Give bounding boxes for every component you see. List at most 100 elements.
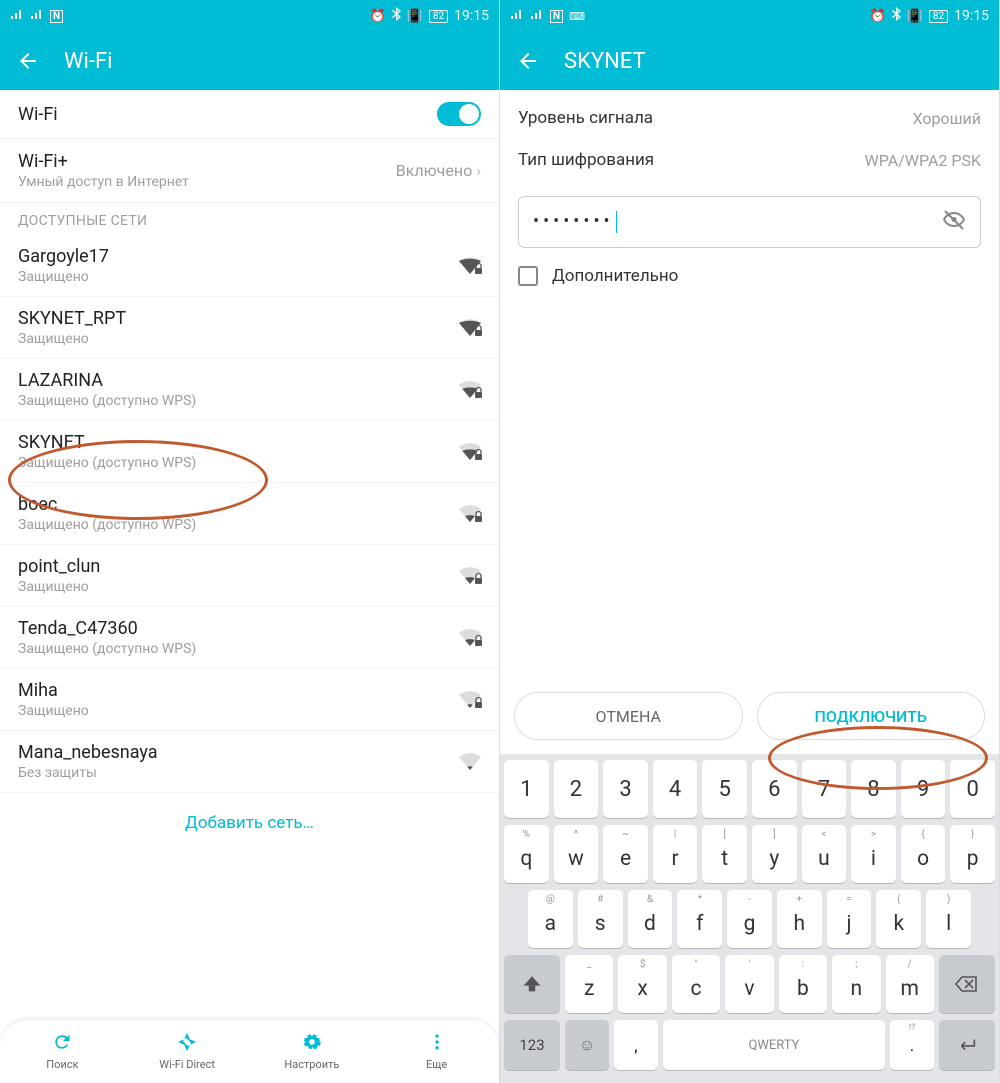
period-key[interactable]: .!?	[890, 1020, 934, 1070]
key-t[interactable]: [t	[702, 825, 747, 883]
key-j[interactable]: =j	[827, 890, 872, 948]
key-d[interactable]: &d	[628, 890, 673, 948]
key-2[interactable]: 2	[554, 760, 599, 818]
signal-icon	[510, 8, 524, 24]
network-item[interactable]: point_clun Защищено	[0, 545, 499, 607]
key-r[interactable]: |r	[653, 825, 698, 883]
add-network-button[interactable]: Добавить сеть…	[0, 793, 499, 853]
network-name: Gargoyle17	[18, 246, 457, 267]
wifi-signal-icon	[457, 378, 481, 402]
key-y[interactable]: ]y	[752, 825, 797, 883]
toolbar-configure[interactable]: Настроить	[250, 1020, 375, 1083]
network-item[interactable]: Tenda_C47360 Защищено (доступно WPS)	[0, 607, 499, 669]
signal-strength-row: Уровень сигнала Хороший	[500, 90, 999, 146]
mode-key[interactable]: 123	[504, 1020, 560, 1070]
toolbar-wifi-direct[interactable]: Wi-Fi Direct	[125, 1020, 250, 1083]
wifi-plus-row[interactable]: Wi-Fi+ Умный доступ в Интернет Включено …	[0, 139, 499, 203]
nfc-icon: N	[50, 10, 63, 23]
status-bar: N ⌨ ⏰ 📳 82 19:15	[500, 0, 999, 32]
back-icon[interactable]	[516, 49, 540, 73]
key-u[interactable]: <u	[802, 825, 847, 883]
key-a[interactable]: @a	[528, 890, 573, 948]
space-key[interactable]: QWERTY	[663, 1020, 885, 1070]
network-item[interactable]: SKYNET Защищено (доступно WPS)	[0, 421, 499, 483]
bluetooth-icon	[392, 7, 401, 25]
key-4[interactable]: 4	[653, 760, 698, 818]
network-item[interactable]: Gargoyle17 Защищено	[0, 235, 499, 297]
key-9[interactable]: 9	[901, 760, 946, 818]
wifi-signal-icon	[457, 502, 481, 526]
network-item[interactable]: boec Защищено (доступно WPS)	[0, 483, 499, 545]
key-o[interactable]: {o	[901, 825, 946, 883]
connect-button[interactable]: ПОДКЛЮЧИТЬ	[757, 692, 986, 740]
key-s[interactable]: #s	[578, 890, 623, 948]
network-name: LAZARINA	[18, 370, 457, 391]
key-0[interactable]: 0	[950, 760, 995, 818]
advanced-checkbox[interactable]	[518, 266, 538, 286]
wifi-signal-icon	[457, 688, 481, 712]
gear-icon	[302, 1032, 322, 1056]
signal-icon-2	[30, 8, 44, 24]
wifi-connect-screen: N ⌨ ⏰ 📳 82 19:15 SKYNET Уровень сигнала …	[500, 0, 1000, 1083]
dialog-buttons: ОТМЕНА ПОДКЛЮЧИТЬ	[500, 692, 999, 754]
wifi-toggle[interactable]	[437, 102, 481, 126]
password-input[interactable]: ••••••••	[518, 196, 981, 248]
refresh-icon	[52, 1032, 72, 1056]
key-i[interactable]: >i	[851, 825, 896, 883]
more-icon	[427, 1032, 447, 1056]
bluetooth-icon	[892, 7, 901, 25]
network-item[interactable]: SKYNET_RPT Защищено	[0, 297, 499, 359]
key-l[interactable]: )l	[926, 890, 971, 948]
network-item[interactable]: LAZARINA Защищено (доступно WPS)	[0, 359, 499, 421]
toolbar-more[interactable]: Еще	[374, 1020, 499, 1083]
key-e[interactable]: ~e	[603, 825, 648, 883]
status-bar: N ⏰ 📳 82 19:15	[0, 0, 499, 32]
backspace-key[interactable]	[939, 955, 995, 1013]
network-name: Tenda_C47360	[18, 618, 457, 639]
key-1[interactable]: 1	[504, 760, 549, 818]
key-x[interactable]: $x	[618, 955, 666, 1013]
wifi-signal-icon	[457, 750, 481, 774]
key-b[interactable]: :b	[779, 955, 827, 1013]
key-m[interactable]: /m	[886, 955, 934, 1013]
emoji-key[interactable]: ☺	[565, 1020, 609, 1070]
visibility-off-icon[interactable]	[942, 208, 966, 236]
key-n[interactable]: ;n	[832, 955, 880, 1013]
wifi-toggle-row[interactable]: Wi-Fi	[0, 90, 499, 139]
key-8[interactable]: 8	[851, 760, 896, 818]
key-6[interactable]: 6	[752, 760, 797, 818]
network-item[interactable]: Mana_nebesnaya Без защиты	[0, 731, 499, 793]
key-5[interactable]: 5	[702, 760, 747, 818]
key-7[interactable]: 7	[802, 760, 847, 818]
advanced-row[interactable]: Дополнительно	[500, 248, 999, 304]
page-title: Wi-Fi	[64, 49, 112, 74]
comma-key[interactable]: ,	[614, 1020, 658, 1070]
header: SKYNET	[500, 32, 999, 90]
key-v[interactable]: 'v	[725, 955, 773, 1013]
network-list: Gargoyle17 Защищено SKYNET_RPT Защищено …	[0, 235, 499, 793]
key-g[interactable]: -g	[727, 890, 772, 948]
available-networks-header: ДОСТУПНЫЕ СЕТИ	[0, 203, 499, 235]
network-name: Miha	[18, 680, 457, 701]
shift-key[interactable]	[504, 955, 560, 1013]
toolbar-search[interactable]: Поиск	[0, 1020, 125, 1083]
key-w[interactable]: ^w	[554, 825, 599, 883]
network-item[interactable]: Miha Защищено	[0, 669, 499, 731]
key-z[interactable]: _z	[565, 955, 613, 1013]
battery-icon: 82	[429, 10, 448, 23]
vibrate-icon: 📳	[407, 9, 423, 24]
key-f[interactable]: *f	[677, 890, 722, 948]
key-p[interactable]: }p	[950, 825, 995, 883]
key-k[interactable]: (k	[876, 890, 921, 948]
key-3[interactable]: 3	[603, 760, 648, 818]
back-icon[interactable]	[16, 49, 40, 73]
battery-icon: 82	[929, 10, 948, 23]
network-status: Защищено	[18, 703, 457, 719]
enter-key[interactable]	[939, 1020, 995, 1070]
key-h[interactable]: +h	[777, 890, 822, 948]
key-q[interactable]: %q	[504, 825, 549, 883]
signal-value: Хороший	[912, 109, 981, 128]
cancel-button[interactable]: ОТМЕНА	[514, 692, 743, 740]
network-status: Защищено	[18, 579, 457, 595]
key-c[interactable]: "c	[672, 955, 720, 1013]
